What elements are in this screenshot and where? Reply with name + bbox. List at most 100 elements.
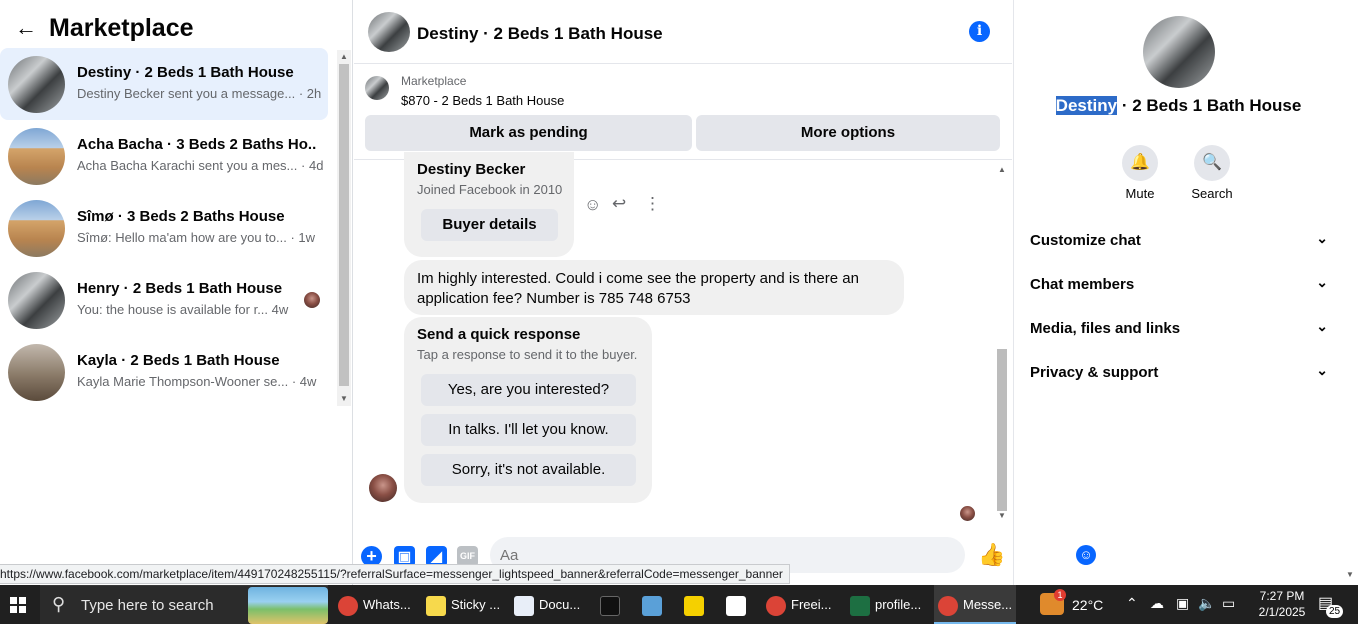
scroll-up-arrow-icon[interactable]: ▲ xyxy=(340,52,348,61)
taskbar-app-chrome-whatsapp[interactable]: Whats... xyxy=(338,585,418,624)
chevron-down-icon: ⌄ xyxy=(1316,274,1328,290)
chrome-icon xyxy=(938,595,958,616)
listing-price-title[interactable]: $870 - 2 Beds 1 Bath House xyxy=(401,93,564,108)
listing-thumbnail xyxy=(8,200,65,257)
meet-icon[interactable]: ▣ xyxy=(1176,595,1189,612)
taskbar-app-excel[interactable]: profile... xyxy=(850,585,930,624)
conversation-item[interactable]: Acha Bacha · 3 Beds 2 Baths Ho... Acha B… xyxy=(0,120,328,192)
conversation-title: Kayla · 2 Beds 1 Bath House xyxy=(77,352,280,369)
taskbar-app-exness[interactable] xyxy=(684,585,710,624)
chevron-down-icon: ⌄ xyxy=(1316,318,1328,334)
react-icon[interactable]: ☺ xyxy=(584,195,601,215)
excel-icon xyxy=(850,595,870,616)
section-chat-members[interactable]: Chat members ⌄ xyxy=(1030,264,1328,308)
conversation-list-panel: ← Marketplace Destiny · 2 Beds 1 Bath Ho… xyxy=(0,0,353,585)
temperature[interactable]: 22°C xyxy=(1072,597,1103,613)
more-options-button[interactable]: More options xyxy=(696,115,1000,151)
quick-reply-button[interactable]: Yes, are you interested? xyxy=(421,374,636,406)
taskbar-app-tradingview[interactable] xyxy=(600,585,626,624)
bell-icon[interactable]: 🔔 xyxy=(1122,145,1158,181)
chrome-icon xyxy=(338,595,358,616)
listing-thumbnail xyxy=(8,128,65,185)
more-actions-icon[interactable]: ⋮ xyxy=(644,194,661,214)
selected-text: Destiny xyxy=(1055,96,1118,115)
conversation-title: Henry · 2 Beds 1 Bath House xyxy=(77,280,283,297)
conversation-snippet: Acha Bacha Karachi sent you a mes... · 4… xyxy=(77,158,324,173)
sender-avatar[interactable] xyxy=(369,474,397,502)
chat-header: Destiny · 2 Beds 1 Bath House i xyxy=(354,0,1012,64)
section-media-files-links[interactable]: Media, files and links ⌄ xyxy=(1030,308,1328,352)
buyer-info-card: Destiny Becker Joined Facebook in 2010 B… xyxy=(404,152,574,257)
conversation-item[interactable]: Destiny · 2 Beds 1 Bath House Destiny Be… xyxy=(0,48,328,120)
taskbar-search-box[interactable]: ⚲ Type here to search xyxy=(40,585,328,624)
search-icon[interactable]: 🔍 xyxy=(1194,145,1230,181)
chevron-up-icon[interactable]: ⌃ xyxy=(1126,595,1138,612)
conversation-item[interactable]: Kayla · 2 Beds 1 Bath House Kayla Marie … xyxy=(0,336,328,408)
status-bar-url: https://www.facebook.com/marketplace/ite… xyxy=(0,564,790,584)
taskbar-app-sticky-notes[interactable]: Sticky ... xyxy=(426,585,506,624)
taskbar-app-chrome-freei[interactable]: Freei... xyxy=(766,585,840,624)
onedrive-icon[interactable]: ☁ xyxy=(1150,595,1164,612)
listing-avatar[interactable] xyxy=(1143,16,1215,88)
quick-response-card: Send a quick response Tap a response to … xyxy=(404,317,652,503)
scrollbar-thumb[interactable] xyxy=(339,64,349,386)
quick-reply-button[interactable]: In talks. I'll let you know. xyxy=(421,414,636,446)
chrome-icon xyxy=(766,595,786,616)
chat-title[interactable]: Destiny · 2 Beds 1 Bath House xyxy=(417,24,663,44)
scroll-down-arrow-icon[interactable]: ▼ xyxy=(1346,570,1354,579)
chevron-down-icon: ⌄ xyxy=(1316,362,1328,378)
scroll-down-arrow-icon[interactable]: ▼ xyxy=(340,394,348,403)
read-receipt-avatar xyxy=(960,506,975,521)
taskbar-app-messenger[interactable]: Messe... xyxy=(934,585,1016,624)
buyer-joined: Joined Facebook in 2010 xyxy=(417,182,563,197)
volume-icon[interactable]: 🔈 xyxy=(1198,595,1215,612)
thumbs-up-icon[interactable]: 👍 xyxy=(978,542,1005,568)
conversation-list-scrollbar[interactable]: ▲ ▼ xyxy=(337,50,351,406)
conversation-details-panel: Destiny · 2 Beds 1 Bath House 🔔 Mute 🔍 S… xyxy=(1013,0,1342,585)
taskbar-app-notepad[interactable] xyxy=(642,585,668,624)
message-bubble[interactable]: Im highly interested. Could i come see t… xyxy=(404,260,904,315)
notification-count: 25 xyxy=(1326,605,1344,618)
buyer-details-button[interactable]: Buyer details xyxy=(421,209,558,241)
search-label: Search xyxy=(1191,186,1233,201)
buyer-name: Destiny Becker xyxy=(417,161,526,178)
windows-start-icon[interactable] xyxy=(10,597,26,613)
back-arrow-icon[interactable]: ← xyxy=(14,16,38,40)
conversation-snippet: Sîmø: Hello ma'am how are you to... · 1w xyxy=(77,230,316,245)
chat-panel: Destiny · 2 Beds 1 Bath House i Marketpl… xyxy=(354,0,1096,585)
listing-thumbnail xyxy=(8,56,65,113)
section-privacy-support[interactable]: Privacy & support ⌄ xyxy=(1030,352,1328,396)
quick-response-subtitle: Tap a response to send it to the buyer. xyxy=(417,347,638,362)
reply-icon[interactable]: ↩ xyxy=(612,194,626,214)
listing-thumbnail xyxy=(8,272,65,329)
chevron-down-icon: ⌄ xyxy=(1316,230,1328,246)
search-highlight-image xyxy=(248,587,328,624)
info-icon[interactable]: i xyxy=(969,21,990,42)
scroll-up-arrow-icon[interactable]: ▲ xyxy=(998,165,1006,174)
network-icon[interactable]: ▭ xyxy=(1222,595,1235,612)
quick-reply-button[interactable]: Sorry, it's not available. xyxy=(421,454,636,486)
document-icon xyxy=(514,595,534,616)
taskbar-app-file[interactable] xyxy=(726,585,752,624)
tradingview-icon xyxy=(600,595,620,616)
read-receipt-avatar xyxy=(304,292,320,308)
conversation-snippet: You: the house is available for r... 4w xyxy=(77,302,289,317)
conversation-item[interactable]: Sîmø · 3 Beds 2 Baths House Sîmø: Hello … xyxy=(0,192,328,264)
conversation-item[interactable]: Henry · 2 Beds 1 Bath House You: the hou… xyxy=(0,264,328,336)
system-clock[interactable]: 7:27 PM 2/1/2025 xyxy=(1249,588,1315,620)
details-title: Destiny · 2 Beds 1 Bath House xyxy=(1055,96,1302,115)
scrollbar-thumb[interactable] xyxy=(997,349,1007,511)
conversation-snippet: Kayla Marie Thompson-Wooner se... · 4w xyxy=(77,374,317,389)
mark-as-pending-button[interactable]: Mark as pending xyxy=(365,115,692,151)
conversation-title: Acha Bacha · 3 Beds 2 Baths Ho... xyxy=(77,136,317,153)
mute-label: Mute xyxy=(1125,186,1155,201)
page-scrollbar[interactable]: ▼ xyxy=(1342,0,1358,585)
section-customize-chat[interactable]: Customize chat ⌄ xyxy=(1030,220,1328,264)
conversation-title: Destiny · 2 Beds 1 Bath House xyxy=(77,64,294,81)
taskbar-app-documents[interactable]: Docu... xyxy=(514,585,594,624)
chat-avatar[interactable] xyxy=(368,12,410,52)
scroll-down-arrow-icon[interactable]: ▼ xyxy=(998,511,1006,520)
listing-thumbnail[interactable] xyxy=(365,76,389,100)
chat-scrollbar[interactable]: ▲ ▼ xyxy=(994,163,1010,523)
conversation-title: Sîmø · 3 Beds 2 Baths House xyxy=(77,208,285,225)
